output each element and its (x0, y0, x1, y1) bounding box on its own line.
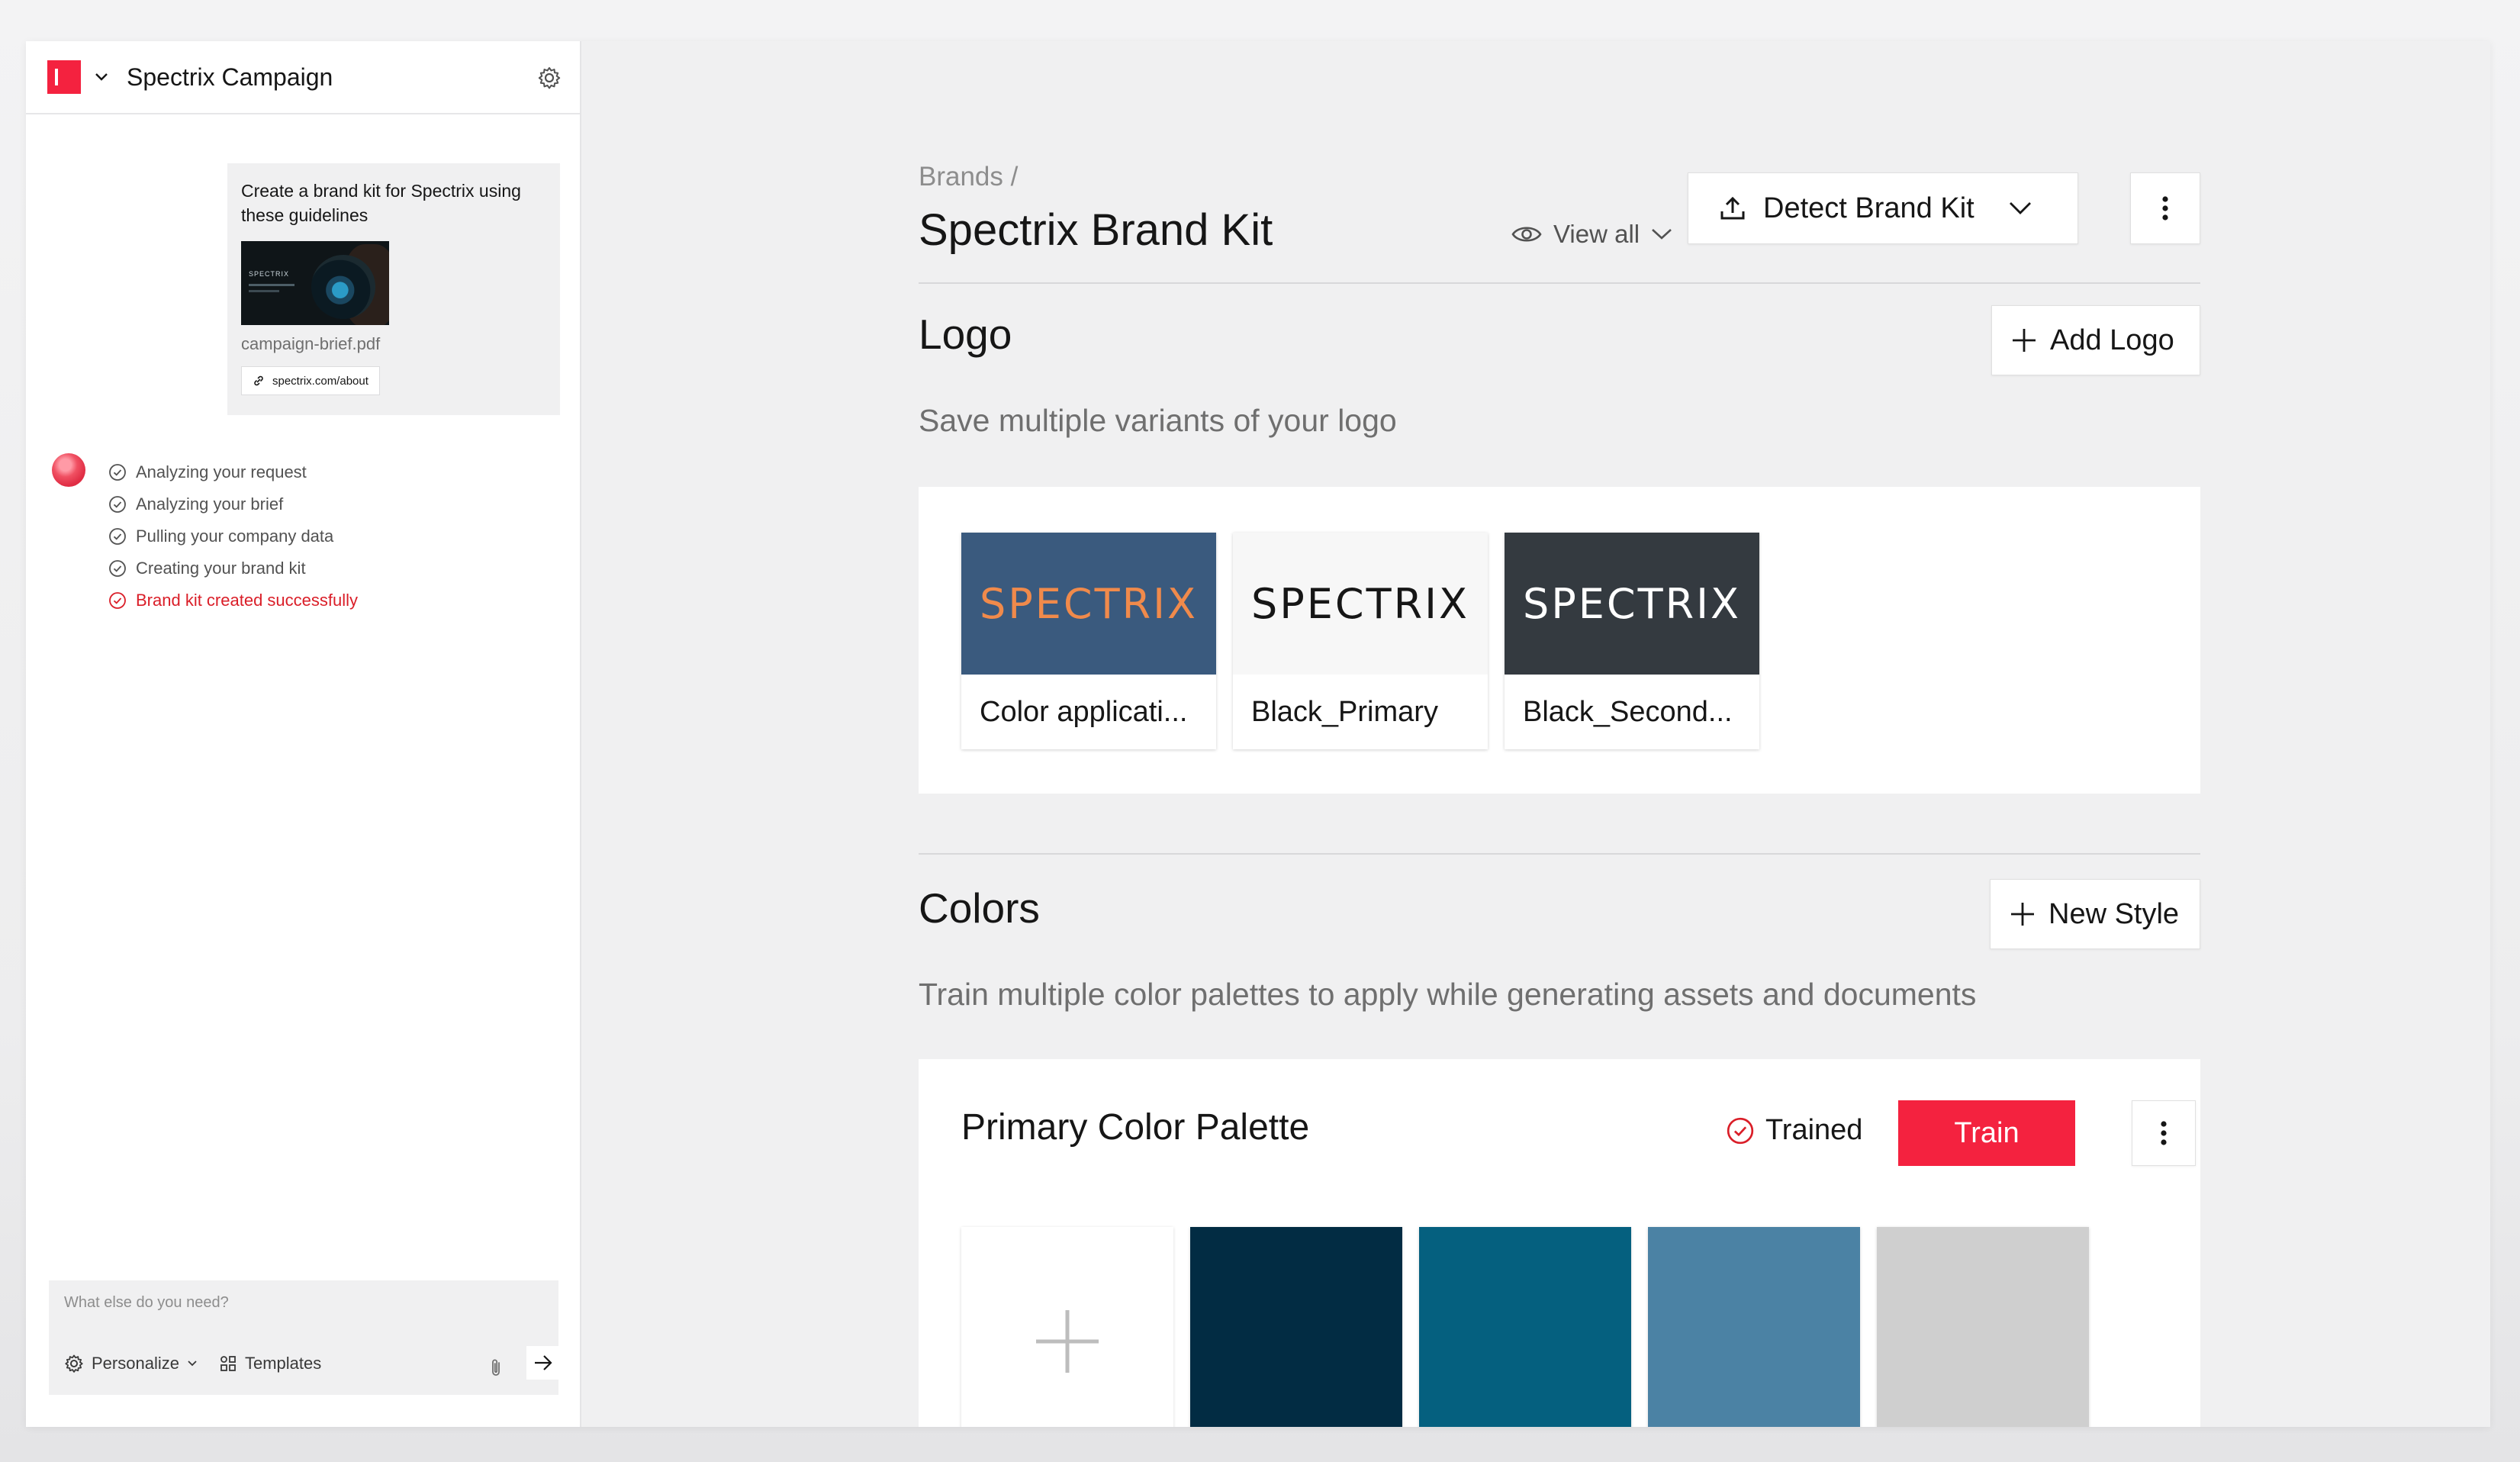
add-logo-button[interactable]: Add Logo (1991, 305, 2200, 375)
add-logo-label: Add Logo (2050, 324, 2174, 356)
swatch-fill (1190, 1227, 1402, 1427)
brand-kit-main: Brands / Spectrix Brand Kit View all Det… (581, 41, 2490, 1427)
arrow-right-icon (535, 1355, 552, 1370)
logo-label: Color applicati... (980, 695, 1188, 728)
logo-wordmark: SPECTRIX (961, 533, 1216, 675)
link-icon (254, 375, 263, 386)
user-message-text: Create a brand kit for Spectrix using th… (241, 181, 521, 225)
app-window: Spectrix Campaign Create a brand kit for… (26, 41, 2490, 1427)
detect-brand-kit-button[interactable]: Detect Brand Kit (1688, 172, 2078, 244)
view-all-label: View all (1553, 220, 1640, 248)
progress-step-success: Brand kit created successfully (108, 584, 358, 617)
color-swatch[interactable] (1648, 1227, 1860, 1427)
new-style-label: New Style (2049, 897, 2180, 930)
logo-card[interactable]: SPECTRIX Black_Second... (1505, 533, 1759, 749)
new-style-button[interactable]: New Style (1990, 879, 2200, 949)
plus-icon (2011, 903, 2034, 926)
detect-label: Detect Brand Kit (1763, 192, 1974, 224)
logo-card[interactable]: SPECTRIX Black_Primary (1233, 533, 1488, 749)
logo-wordmark: SPECTRIX (1233, 533, 1488, 675)
swatch-fill (1419, 1227, 1631, 1427)
logo-panel: SPECTRIX Color applicati... SPECTRIX Bla… (919, 487, 2200, 794)
kebab-menu-icon (2161, 1121, 2167, 1145)
check-circle-icon (109, 464, 126, 481)
chevron-down-icon (2009, 202, 2031, 214)
send-button[interactable] (526, 1346, 560, 1380)
templates-grid-icon (220, 1356, 236, 1371)
train-button[interactable]: Train (1898, 1100, 2075, 1166)
logo-label: Black_Primary (1251, 695, 1438, 728)
kebab-menu-icon (2162, 196, 2168, 221)
eye-icon (1511, 227, 1542, 242)
logo-section-title: Logo (919, 311, 1012, 358)
chevron-down-icon (1652, 229, 1672, 240)
check-circle-icon (109, 592, 126, 609)
step-label: Brand kit created successfully (136, 591, 359, 610)
thumbnail-text: SPECTRIX (249, 270, 290, 278)
colors-section-title: Colors (919, 884, 1040, 932)
personalize-label: Personalize (92, 1354, 179, 1373)
app-logo[interactable] (47, 60, 81, 94)
assistant-avatar (52, 453, 85, 487)
composer-placeholder[interactable]: What else do you need? (64, 1294, 229, 1312)
trained-label: Trained (1765, 1114, 1863, 1146)
project-title: Spectrix Campaign (127, 63, 333, 91)
page-title: Spectrix Brand Kit (919, 205, 1273, 255)
check-circle-icon (109, 528, 126, 545)
logo-card[interactable]: SPECTRIX Color applicati... (961, 533, 1216, 749)
attach-clip-icon[interactable] (487, 1357, 505, 1380)
chat-sidebar: Spectrix Campaign Create a brand kit for… (26, 41, 581, 1427)
trained-status: Trained (1726, 1114, 1862, 1147)
check-circle-icon (109, 560, 126, 577)
templates-label: Templates (244, 1354, 322, 1373)
check-circle-icon (1727, 1117, 1754, 1144)
attachment-file-name: campaign-brief.pdf (241, 334, 381, 353)
chevron-down-icon (188, 1361, 197, 1367)
logo-wordmark: SPECTRIX (1505, 533, 1759, 675)
chat-composer[interactable]: What else do you need? Personalize Templ… (49, 1280, 560, 1395)
sidebar-header: Spectrix Campaign (26, 41, 580, 114)
section-divider (919, 853, 2200, 855)
color-swatch[interactable] (1419, 1227, 1631, 1427)
link-text: spectrix.com/about (272, 374, 369, 388)
progress-step: Creating your brand kit (108, 552, 358, 584)
check-circle-icon (109, 496, 126, 513)
palette-title: Primary Color Palette (961, 1107, 1310, 1148)
header-divider (919, 282, 2200, 284)
plus-icon (2013, 329, 2036, 352)
step-label: Pulling your company data (136, 527, 334, 546)
logo-label: Black_Second... (1523, 695, 1733, 728)
progress-step: Analyzing your brief (108, 488, 358, 520)
brief-thumbnail[interactable]: SPECTRIX (241, 241, 389, 325)
step-label: Analyzing your brief (136, 494, 284, 514)
colors-section-description: Train multiple color palettes to apply w… (919, 977, 1977, 1012)
step-label: Analyzing your request (136, 462, 307, 481)
personalize-button[interactable]: Personalize (64, 1354, 198, 1373)
progress-step: Analyzing your request (108, 456, 358, 488)
plus-icon (1036, 1310, 1099, 1373)
step-label: Creating your brand kit (136, 559, 306, 578)
color-swatch[interactable] (1877, 1227, 2089, 1427)
more-options-button[interactable] (2130, 172, 2200, 244)
palette-more-button[interactable] (2132, 1100, 2196, 1166)
upload-icon (1720, 196, 1745, 220)
settings-gear-icon[interactable] (534, 63, 565, 93)
color-swatch[interactable] (1190, 1227, 1402, 1427)
view-all-button[interactable]: View all (1511, 220, 1673, 249)
breadcrumb[interactable]: Brands / (919, 162, 1018, 192)
add-color-button[interactable] (961, 1227, 1173, 1427)
logo-section-description: Save multiple variants of your logo (919, 403, 1397, 438)
progress-step: Pulling your company data (108, 520, 358, 552)
progress-steps: Analyzing your request Analyzing your br… (108, 456, 358, 617)
templates-button[interactable]: Templates (219, 1354, 321, 1373)
primary-palette-panel: Primary Color Palette Trained Train (919, 1059, 2200, 1427)
gear-icon (65, 1354, 83, 1373)
swatch-fill (1648, 1227, 1860, 1427)
link-chip[interactable]: spectrix.com/about (241, 366, 380, 395)
swatch-fill (1877, 1227, 2089, 1427)
chevron-down-icon[interactable] (93, 69, 110, 85)
user-message-card: Create a brand kit for Spectrix using th… (227, 163, 560, 415)
